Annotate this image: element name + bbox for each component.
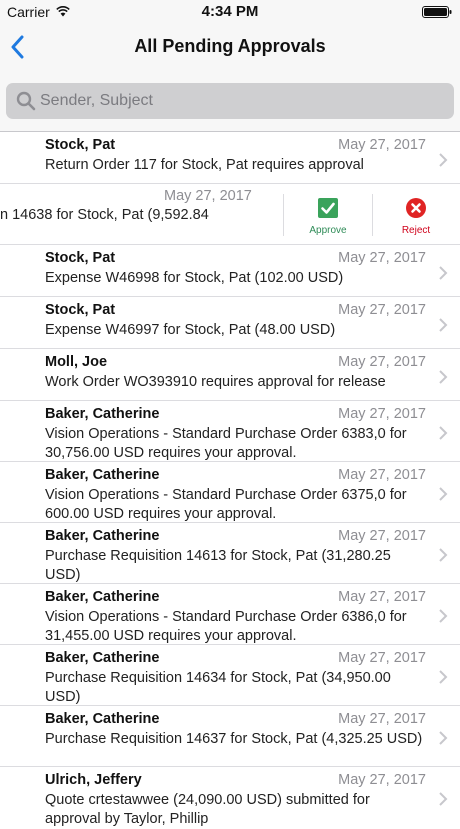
item-date: May 27, 2017	[338, 250, 426, 266]
list-item[interactable]: Baker, Catherine May 27, 2017 Vision Ope…	[0, 401, 460, 462]
chevron-right-icon	[439, 609, 448, 623]
item-subject: Expense W46997 for Stock, Pat (48.00 USD…	[45, 322, 336, 338]
battery-icon	[422, 6, 452, 18]
status-bar: Carrier 4:34 PM	[0, 0, 460, 24]
sender-name: Stock, Pat	[45, 302, 116, 318]
clock: 4:34 PM	[201, 3, 259, 20]
check-icon	[318, 198, 338, 218]
item-subject: Quote crtestawwee (24,090.00 USD) submit…	[45, 792, 370, 827]
chevron-right-icon	[439, 548, 448, 562]
reject-label: Reject	[401, 225, 431, 236]
sender-name: Baker, Catherine	[45, 406, 160, 422]
chevron-right-icon	[439, 370, 448, 384]
list-item[interactable]: Baker, Catherine May 27, 2017 Purchase R…	[0, 706, 460, 767]
divider	[372, 194, 373, 236]
item-subject: Return Order 117 for Stock, Pat requires…	[45, 157, 364, 173]
item-subject: Vision Operations - Standard Purchase Or…	[45, 487, 407, 522]
list-item[interactable]: Ulrich, Jeffery May 27, 2017 Quote crtes…	[0, 767, 460, 827]
nav-bar: All Pending Approvals	[0, 24, 460, 70]
sender-name: Baker, Catherine	[45, 467, 160, 483]
item-date: May 27, 2017	[338, 528, 426, 544]
list-item[interactable]: Moll, Joe May 27, 2017 Work Order WO3939…	[0, 349, 460, 401]
chevron-right-icon	[439, 266, 448, 280]
list-item[interactable]: Baker, Catherine May 27, 2017 Purchase R…	[0, 523, 460, 584]
item-subject: Expense W46998 for Stock, Pat (102.00 US…	[45, 270, 344, 286]
item-subject: Work Order WO393910 requires approval fo…	[45, 374, 386, 390]
approvals-list: Stock, Pat May 27, 2017 Return Order 117…	[0, 132, 460, 827]
item-date: May 27, 2017	[338, 467, 426, 483]
search-icon	[16, 91, 36, 111]
list-item[interactable]: Stock, Pat May 27, 2017 Return Order 117…	[0, 132, 460, 184]
list-item[interactable]: Stock, Pat May 27, 2017 Expense W46997 f…	[0, 297, 460, 349]
sender-name: Stock, Pat	[45, 250, 116, 266]
sender-name: Baker, Catherine	[45, 589, 160, 605]
item-date: May 27, 2017	[338, 406, 426, 422]
item-subject: Purchase Requisition 14637 for Stock, Pa…	[45, 731, 423, 747]
chevron-right-icon	[439, 792, 448, 806]
sender-name: Ulrich, Jeffery	[45, 772, 142, 788]
list-item[interactable]: Baker, Catherine May 27, 2017 Vision Ope…	[0, 584, 460, 645]
search-bar	[0, 70, 460, 132]
item-date: May 27, 2017	[338, 137, 426, 153]
chevron-right-icon	[439, 153, 448, 167]
item-date: May 27, 2017	[338, 711, 426, 727]
list-item[interactable]: Stock, Pat May 27, 2017 Expense W46998 f…	[0, 245, 460, 297]
item-date: May 27, 2017	[338, 650, 426, 666]
chevron-right-icon	[439, 670, 448, 684]
chevron-right-icon	[439, 318, 448, 332]
item-date: May 27, 2017	[338, 589, 426, 605]
list-item[interactable]: Baker, Catherine May 27, 2017 Purchase R…	[0, 645, 460, 706]
approve-label: Approve	[309, 225, 347, 236]
item-subject: Purchase Requisition 14634 for Stock, Pa…	[45, 670, 391, 705]
page-title: All Pending Approvals	[134, 36, 326, 56]
item-date: May 27, 2017	[338, 354, 426, 370]
list-item[interactable]: Baker, Catherine May 27, 2017 Vision Ope…	[0, 462, 460, 523]
chevron-right-icon	[439, 487, 448, 501]
list-item-swiped[interactable]: May 27, 2017 n 14638 for Stock, Pat (9,5…	[0, 184, 460, 245]
divider	[283, 194, 284, 236]
reject-button[interactable]: Reject	[386, 198, 446, 236]
sender-name: Baker, Catherine	[45, 650, 160, 666]
item-date: May 27, 2017	[164, 188, 252, 204]
item-subject: n 14638 for Stock, Pat (9,592.84	[0, 207, 209, 223]
search-input[interactable]	[40, 85, 440, 117]
search-box[interactable]	[6, 83, 454, 119]
item-subject: Vision Operations - Standard Purchase Or…	[45, 426, 407, 461]
item-subject: Purchase Requisition 14613 for Stock, Pa…	[45, 548, 391, 583]
sender-name: Baker, Catherine	[45, 528, 160, 544]
reject-icon	[406, 198, 426, 218]
item-date: May 27, 2017	[338, 302, 426, 318]
sender-name: Baker, Catherine	[45, 711, 160, 727]
item-subject: Vision Operations - Standard Purchase Or…	[45, 609, 407, 644]
sender-name: Stock, Pat	[45, 137, 116, 153]
sender-name: Moll, Joe	[45, 354, 108, 370]
chevron-right-icon	[439, 731, 448, 745]
item-date: May 27, 2017	[338, 772, 426, 788]
chevron-right-icon	[439, 426, 448, 440]
approve-button[interactable]: Approve	[298, 198, 358, 236]
